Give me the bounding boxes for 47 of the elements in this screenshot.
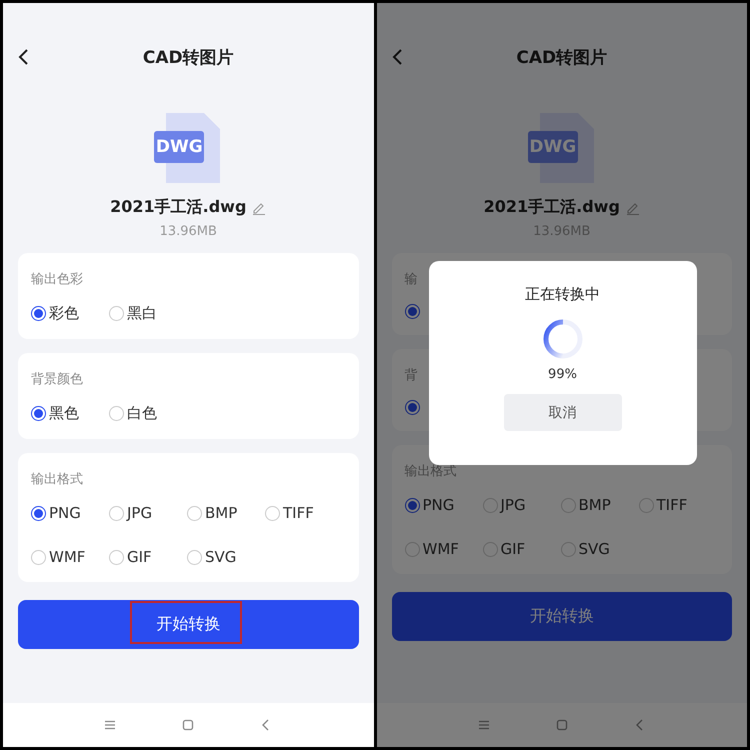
radio-button[interactable] [404, 400, 420, 415]
option-label: 黑白 [127, 304, 157, 323]
file-size: 13.96MB [158, 224, 218, 239]
section-title: 输出格式 [404, 463, 456, 480]
option-label: 彩色 [49, 304, 79, 323]
cancel-button[interactable]: 取消 [504, 394, 622, 431]
option-label: PNG [422, 496, 454, 514]
radio-button[interactable] [404, 498, 420, 512]
option-label: JPG [500, 496, 526, 514]
option-label: SVG [205, 548, 236, 566]
option-label: WMF [422, 540, 459, 558]
radio-button[interactable] [404, 304, 420, 319]
option-label: TIFF [656, 496, 688, 514]
file-name: 2021手工活.dwg [484, 197, 620, 218]
spinner-icon [542, 318, 584, 360]
radio-button[interactable] [31, 506, 46, 520]
edit-icon[interactable] [252, 200, 266, 214]
option-label: SVG [578, 540, 610, 558]
home-icon[interactable] [556, 719, 568, 731]
section-title: 背景颜色 [31, 371, 83, 388]
radio-button[interactable] [31, 306, 46, 321]
section-title: 输出色彩 [31, 271, 83, 288]
file-name: 2021手工活.dwg [110, 197, 246, 218]
progress-percent: 99% [548, 367, 577, 382]
home-icon[interactable] [182, 719, 194, 731]
start-button[interactable]: 开始转换 [392, 592, 732, 641]
start-button[interactable]: 开始转换 [18, 600, 358, 649]
edit-icon[interactable] [626, 200, 640, 214]
option-label: 白色 [127, 404, 157, 423]
section-title: 输出格式 [31, 471, 83, 488]
radio-button[interactable] [31, 406, 46, 421]
option-label: 黑色 [49, 404, 79, 423]
option-label: BMP [578, 496, 611, 514]
option-label: JPG [127, 504, 152, 522]
option-label: PNG [49, 504, 81, 522]
option-label: BMP [205, 504, 238, 522]
option-label: WMF [49, 548, 86, 566]
menu-icon[interactable] [478, 719, 490, 731]
menu-icon[interactable] [104, 719, 116, 731]
dialog-title: 正在转换中 [525, 285, 600, 304]
option-label: GIF [127, 548, 152, 566]
page-title: CAD转图片 [142, 46, 234, 68]
page-title: CAD转图片 [516, 46, 608, 68]
option-label: TIFF [283, 504, 314, 522]
section-title: 输 [404, 271, 418, 288]
section-title: 背 [404, 367, 418, 384]
option-label: GIF [500, 540, 526, 558]
